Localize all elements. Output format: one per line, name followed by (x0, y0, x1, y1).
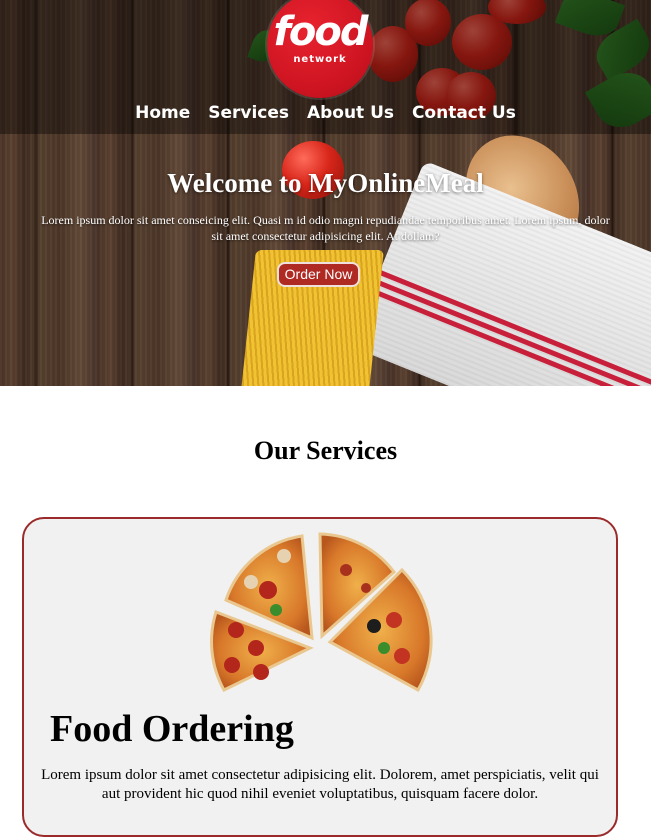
pepperoni (224, 657, 240, 673)
pepperoni (248, 640, 264, 656)
pepperoni (228, 622, 244, 638)
pepperoni (259, 581, 277, 599)
hero-description: Lorem ipsum dolor sit amet conseicing el… (41, 213, 610, 243)
service-card-description: Lorem ipsum dolor sit amet consectetur a… (41, 767, 599, 802)
pepperoni (386, 612, 402, 628)
main-nav: Home Services About Us Contact Us (0, 103, 651, 123)
order-now-button[interactable]: Order Now (277, 262, 360, 287)
services-section-title: Our Services (253, 436, 398, 465)
hero-banner: food network Home Services About Us Cont… (0, 0, 651, 386)
pepper (378, 642, 390, 654)
pepperoni (253, 664, 269, 680)
pepperoni (361, 583, 371, 593)
nav-item-services[interactable]: Services (208, 103, 289, 123)
nav-item-home[interactable]: Home (135, 103, 190, 123)
hero-title: Welcome to MyOnlineMeal (167, 168, 484, 198)
pizza-slices-image (210, 532, 433, 693)
service-card-title: Food Ordering (50, 708, 294, 750)
nav-item-contact-us[interactable]: Contact Us (412, 103, 516, 123)
pepperoni (394, 648, 410, 664)
pepper (270, 604, 282, 616)
pepperoni (340, 564, 352, 576)
nav-item-about-us[interactable]: About Us (307, 103, 394, 123)
mushroom (244, 575, 258, 589)
olive (367, 619, 381, 633)
mushroom (277, 549, 291, 563)
